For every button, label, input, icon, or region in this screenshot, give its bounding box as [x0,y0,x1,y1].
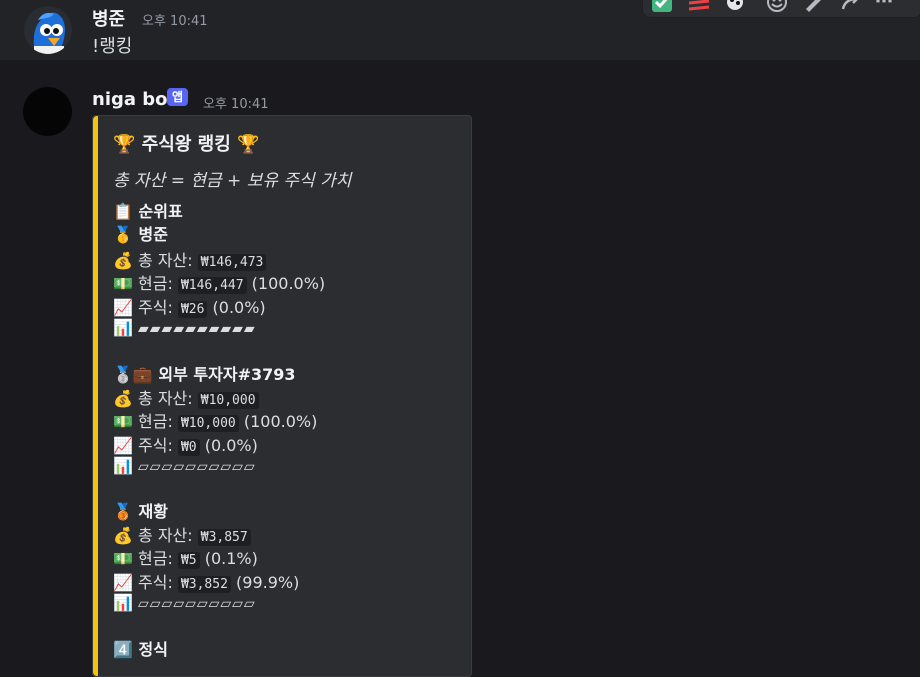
stock-line: 📈 주식: ₩0 (0.0%) [113,432,258,456]
banknote-icon: 💵 [113,274,133,293]
stock-percent: (0.0%) [204,436,258,455]
money-bag-icon: 💰 [113,251,133,270]
rank-entry-name: 🥈💼 외부 투자자#3793 [113,361,296,385]
embed-title: 🏆 주식왕 랭킹 🏆 [113,130,259,156]
chart-up-icon: 📈 [113,298,133,317]
app-badge: 앱 [167,88,189,106]
bot-avatar[interactable] [23,87,72,136]
cash-value: ₩10,000 [177,415,239,432]
ratio-bar: ▱▱▱▱▱▱▱▱▱▱ [138,596,256,612]
cash-percent: (0.1%) [204,549,258,568]
keycap-4-icon: 4️⃣ [113,640,133,659]
cash-label: 현금: [138,274,173,293]
cash-percent: (100.0%) [243,412,318,431]
total-value: ₩3,857 [197,529,251,546]
briefcase-icon: 💼 [132,365,153,384]
checkmark-icon[interactable] [651,0,673,18]
bar-chart-icon: 📊 [113,456,133,475]
embed-subtitle: 총 자산 = 현금 + 보유 주식 가치 [113,171,352,191]
message-timestamp: 오후 10:41 [142,14,208,29]
ratio-bar-line: 📊 ▱▱▱▱▱▱▱▱▱▱ [113,593,256,612]
message-content: !랭킹 [92,36,133,57]
ratio-bar: ▱▱▱▱▱▱▱▱▱▱ [138,459,256,475]
edit-icon[interactable] [801,0,825,18]
cash-label: 현금: [138,412,173,431]
stock-label: 주식: [138,436,173,455]
cash-line: 💵 현금: ₩146,447 (100.0%) [113,270,325,294]
stock-line: 📈 주식: ₩26 (0.0%) [113,294,266,318]
rank-entry-name: 4️⃣ 정식 [113,636,168,660]
chart-up-icon: 📈 [113,573,133,592]
rank-name-text: 정식 [138,640,168,659]
message-author[interactable]: 병준 [92,5,125,31]
cash-value: ₩146,447 [177,277,247,294]
money-bag-icon: 💰 [113,389,133,408]
embed-title-text: 주식왕 랭킹 [141,134,231,155]
message-1: 병준 오후 10:41 !랭킹 ⋯ [0,0,920,60]
user-avatar[interactable] [24,6,72,54]
rank-name-text: 재황 [138,502,168,521]
ranking-embed: 🏆 주식왕 랭킹 🏆 총 자산 = 현금 + 보유 주식 가치 📋 순위표 🥇 … [92,115,472,677]
section-title-text: 순위표 [138,202,183,221]
total-label: 총 자산: [138,526,193,545]
more-icon[interactable]: ⋯ [875,0,895,12]
stock-value: ₩3,852 [177,576,231,593]
total-label: 총 자산: [138,251,193,270]
trophy-icon: 🏆 [237,134,260,155]
rank-name-text: 병준 [138,225,168,244]
react-icon[interactable] [765,0,789,18]
react-icon[interactable] [723,0,747,18]
cash-value: ₩5 [177,552,200,569]
medal-2-icon: 🥈 [113,365,133,384]
message-author[interactable]: niga bot [92,89,176,110]
stock-label: 주식: [138,298,173,317]
medal-3-icon: 🥉 [113,502,133,521]
bar-chart-icon: 📊 [113,318,133,337]
section-title: 📋 순위표 [113,198,183,222]
trophy-icon: 🏆 [113,134,136,155]
total-assets-line: 💰 총 자산: ₩146,473 [113,247,267,271]
stock-label: 주식: [138,573,173,592]
total-assets-line: 💰 총 자산: ₩3,857 [113,522,251,546]
ratio-bar-line: 📊 ▱▱▱▱▱▱▱▱▱▱ [113,456,256,475]
stock-value: ₩26 [177,301,208,318]
clipboard-icon: 📋 [113,202,133,221]
medal-1-icon: 🥇 [113,225,133,244]
total-value: ₩10,000 [197,392,259,409]
ratio-bar: ▰▰▰▰▰▰▰▰▰▰ [138,321,256,337]
stock-percent: (0.0%) [212,298,266,317]
message-hover-toolbar: ⋯ [642,0,920,18]
total-label: 총 자산: [138,389,193,408]
total-value: ₩146,473 [197,254,267,271]
ratio-bar-line: 📊 ▰▰▰▰▰▰▰▰▰▰ [113,318,256,337]
bar-chart-icon: 📊 [113,593,133,612]
cash-line: 💵 현금: ₩10,000 (100.0%) [113,408,317,432]
banknote-icon: 💵 [113,549,133,568]
embed-accent-bar [93,116,98,676]
stock-value: ₩0 [177,439,200,456]
message-timestamp: 오후 10:41 [203,97,269,112]
reply-icon[interactable] [839,0,863,18]
money-bag-icon: 💰 [113,526,133,545]
total-assets-line: 💰 총 자산: ₩10,000 [113,385,259,409]
stock-line: 📈 주식: ₩3,852 (99.9%) [113,569,299,593]
cash-line: 💵 현금: ₩5 (0.1%) [113,545,258,569]
rank-entry-name: 🥉 재황 [113,498,168,522]
rank-name-text: 외부 투자자#3793 [158,365,296,384]
react-icon[interactable] [687,0,711,18]
chart-up-icon: 📈 [113,436,133,455]
banknote-icon: 💵 [113,412,133,431]
cash-label: 현금: [138,549,173,568]
stock-percent: (99.9%) [236,573,300,592]
cash-percent: (100.0%) [251,274,326,293]
rank-entry-name: 🥇 병준 [113,221,168,245]
